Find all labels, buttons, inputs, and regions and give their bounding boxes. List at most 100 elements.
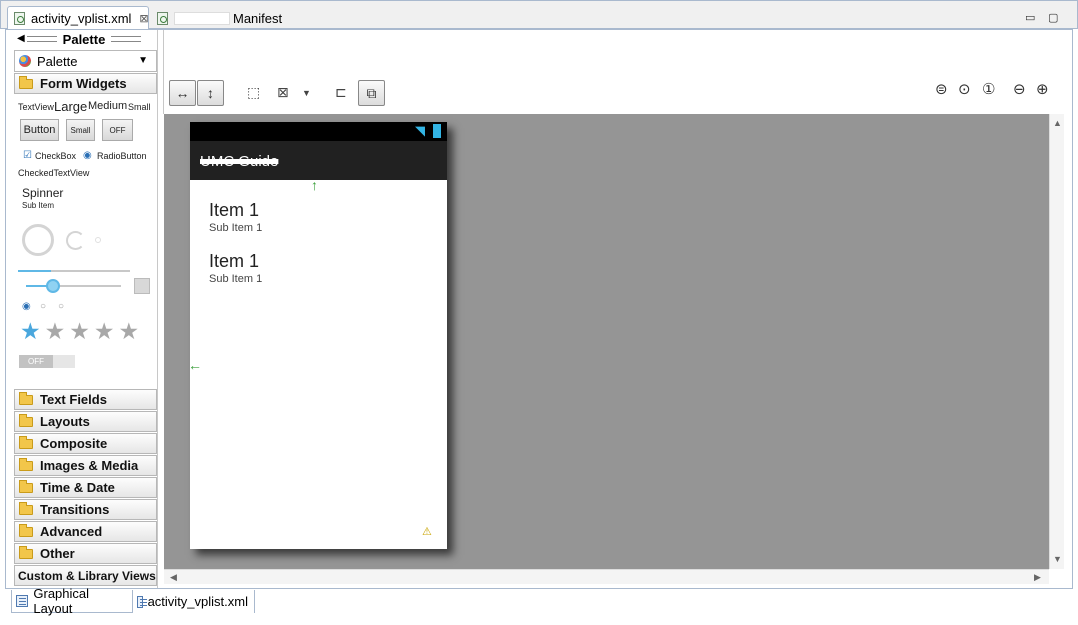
widget-radiobutton[interactable]: RadioButton bbox=[97, 151, 147, 161]
editor-tab-bar: activity_vplist.xml ⊠ Manifest ▭ ▢ bbox=[0, 0, 1078, 30]
folder-icon bbox=[19, 545, 33, 559]
list-item-subtitle: Sub Item 1 bbox=[209, 222, 263, 234]
distribute-weights-icon[interactable]: ⊠ bbox=[277, 84, 289, 101]
category-label: Form Widgets bbox=[40, 76, 127, 91]
list-item-title[interactable]: Item 1 bbox=[209, 251, 259, 272]
folder-icon bbox=[19, 391, 33, 405]
radio-selected-icon: ◉ bbox=[22, 301, 31, 312]
widget-toggle-button[interactable]: OFF bbox=[102, 119, 133, 141]
widget-small-text[interactable]: Small bbox=[128, 102, 151, 112]
zoom-real-size-icon[interactable]: ⊙ bbox=[958, 80, 971, 98]
zoom-out-icon[interactable]: ⊖ bbox=[1013, 80, 1026, 98]
scroll-right-icon[interactable]: ▶ bbox=[1034, 572, 1041, 583]
widget-progress-horizontal[interactable] bbox=[18, 270, 130, 272]
radio-checked-icon: ◉ bbox=[83, 150, 92, 161]
widget-quick-contact[interactable] bbox=[134, 278, 150, 294]
drag-grip-icon[interactable] bbox=[111, 36, 142, 42]
radio-empty-icon: ○ bbox=[40, 301, 47, 312]
toggle-layout-mode-button[interactable]: ⧉ bbox=[358, 80, 385, 106]
horizontal-scrollbar[interactable]: ◀ ▶ bbox=[164, 569, 1049, 584]
wifi-icon: ◥ bbox=[415, 123, 425, 138]
widget-large-text[interactable]: Large bbox=[54, 99, 87, 114]
tab-label: Manifest bbox=[233, 10, 283, 26]
scroll-up-icon[interactable]: ▲ bbox=[1053, 118, 1062, 128]
category-layouts[interactable]: Layouts bbox=[14, 411, 157, 432]
category-transitions[interactable]: Transitions bbox=[14, 499, 157, 520]
widget-progress-small[interactable] bbox=[95, 237, 101, 243]
action-bar-title: UMC Guide bbox=[200, 153, 279, 170]
scroll-down-icon[interactable]: ▼ bbox=[1053, 554, 1062, 564]
list-item-title[interactable]: Item 1 bbox=[209, 200, 259, 221]
chevron-down-icon[interactable]: ▼ bbox=[138, 55, 148, 66]
editor-mode-tabs: Graphical Layout activity_vplist.xml bbox=[5, 586, 1073, 618]
drag-grip-icon[interactable] bbox=[26, 36, 57, 42]
widget-progress-normal[interactable] bbox=[66, 231, 85, 250]
category-form-widgets[interactable]: Form Widgets bbox=[14, 73, 157, 94]
tab-label: Graphical Layout bbox=[33, 586, 90, 616]
widget-button[interactable]: Button bbox=[20, 119, 59, 141]
scroll-left-icon[interactable]: ◀ bbox=[170, 572, 177, 583]
widget-medium-text[interactable]: Medium bbox=[88, 100, 127, 112]
zoom-fit-icon[interactable]: ⊜ bbox=[935, 80, 948, 98]
star-empty-icon: ★ bbox=[69, 318, 90, 344]
tab-graphical-layout[interactable]: Graphical Layout bbox=[11, 586, 133, 616]
category-label: Time & Date bbox=[40, 480, 115, 495]
folder-icon bbox=[19, 501, 33, 515]
collapse-arrow-icon[interactable]: ◀ bbox=[17, 33, 25, 44]
redacted-label bbox=[174, 11, 230, 25]
zoom-in-icon[interactable]: ⊕ bbox=[1036, 80, 1049, 98]
minimize-icon[interactable]: ▭ bbox=[1025, 11, 1035, 24]
change-layout-icon[interactable]: ⊏ bbox=[335, 84, 347, 101]
widget-small-button[interactable]: Small bbox=[66, 119, 95, 141]
widget-progress-large[interactable] bbox=[22, 224, 54, 256]
widget-seekbar[interactable] bbox=[26, 279, 121, 293]
widget-checkedtextview[interactable]: CheckedTextView bbox=[18, 168, 89, 178]
margins-icon[interactable]: ⬚ bbox=[247, 84, 260, 101]
category-label: Layouts bbox=[40, 414, 90, 429]
widget-textview[interactable]: TextView bbox=[18, 102, 54, 112]
close-tab-icon[interactable]: ⊠ bbox=[139, 12, 148, 25]
layout-mode-icon: ⧉ bbox=[366, 84, 377, 101]
widget-spinner[interactable]: Spinner bbox=[22, 186, 63, 200]
warning-icon[interactable]: ⚠ bbox=[422, 525, 432, 538]
category-composite[interactable]: Composite bbox=[14, 433, 157, 454]
category-time-date[interactable]: Time & Date bbox=[14, 477, 157, 498]
category-other[interactable]: Other bbox=[14, 543, 157, 564]
toggle-fill-width-button[interactable]: ↔ bbox=[169, 80, 196, 106]
category-text-fields[interactable]: Text Fields bbox=[14, 389, 157, 410]
tab-manifest[interactable]: Manifest bbox=[151, 6, 291, 30]
xml-source-icon bbox=[137, 595, 147, 608]
guide-arrow-left-icon: ← bbox=[188, 357, 202, 373]
widget-checkbox[interactable]: CheckBox bbox=[35, 151, 76, 161]
category-label: Other bbox=[40, 546, 75, 561]
tab-activity-vplist[interactable]: activity_vplist.xml ⊠ bbox=[7, 6, 149, 30]
category-advanced[interactable]: Advanced bbox=[14, 521, 157, 542]
fill-height-icon: ↕ bbox=[207, 85, 214, 101]
star-empty-icon: ★ bbox=[118, 318, 140, 344]
folder-icon bbox=[19, 457, 33, 471]
device-preview[interactable]: ◥ UMC Guide Item 1 Sub Item 1 Item 1 Sub… bbox=[190, 122, 447, 549]
category-custom-library-views[interactable]: Custom & Library Views bbox=[14, 565, 157, 586]
palette-icon bbox=[19, 55, 31, 67]
star-filled-icon: ★ bbox=[20, 318, 41, 344]
battery-icon bbox=[433, 124, 441, 138]
widget-ratingbar[interactable]: ★ ★ ★ ★ ★ bbox=[20, 319, 155, 345]
folder-icon bbox=[19, 523, 33, 537]
category-label: Custom & Library Views bbox=[18, 568, 156, 583]
chevron-down-icon[interactable]: ▼ bbox=[302, 88, 311, 98]
folder-icon bbox=[19, 435, 33, 449]
zoom-100-icon[interactable]: ① bbox=[982, 80, 995, 98]
widget-switch[interactable]: OFF bbox=[19, 355, 75, 368]
category-images-media[interactable]: Images & Media bbox=[14, 455, 157, 476]
toggle-fill-height-button[interactable]: ↕ bbox=[197, 80, 224, 106]
action-bar[interactable]: UMC Guide bbox=[190, 141, 447, 180]
folder-icon bbox=[19, 413, 33, 427]
manifest-file-icon bbox=[157, 11, 168, 25]
palette-title: Palette bbox=[62, 31, 106, 47]
star-empty-icon: ★ bbox=[93, 318, 115, 344]
maximize-icon[interactable]: ▢ bbox=[1048, 11, 1058, 24]
tab-xml-source[interactable]: activity_vplist.xml bbox=[133, 590, 255, 613]
vertical-scrollbar[interactable]: ▲ ▼ bbox=[1049, 114, 1064, 569]
palette-mode-select[interactable]: Palette ▼ bbox=[14, 50, 157, 72]
folder-icon bbox=[19, 479, 33, 493]
